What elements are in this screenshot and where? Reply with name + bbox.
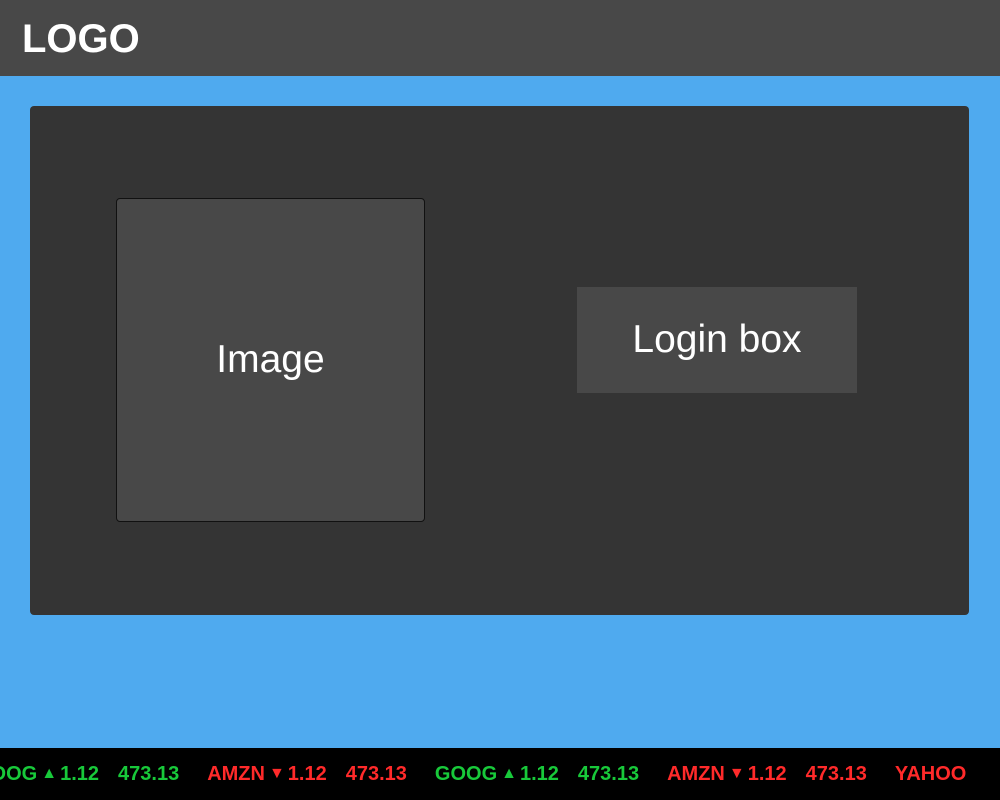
ticker-track: GOOG ▲ 1.12 473.13 AMZN ▼ 1.12 473.13 GO… <box>0 748 970 800</box>
ticker-symbol: AMZN <box>667 763 725 785</box>
ticker-price: 473.13 <box>577 763 640 785</box>
ticker-item[interactable]: GOOG ▲ 1.12 473.13 <box>0 762 207 786</box>
main-panel: Image Login box <box>30 106 969 615</box>
ticker-item[interactable]: GOOG ▲ 1.12 473.13 <box>435 762 667 786</box>
login-box[interactable]: Login box <box>577 287 857 393</box>
arrow-down-icon: ▼ <box>268 765 285 782</box>
login-box-label: Login box <box>632 318 802 361</box>
ticker-item[interactable]: AMZN ▼ 1.12 473.13 <box>207 762 435 786</box>
ticker-price: 473.13 <box>118 763 180 785</box>
image-placeholder-label: Image <box>216 338 325 381</box>
ticker-symbol: GOOG <box>434 763 498 785</box>
ticker-price: 473.13 <box>805 763 867 785</box>
arrow-down-icon: ▼ <box>728 765 745 782</box>
image-placeholder: Image <box>116 198 425 522</box>
ticker-change: 1.12 <box>747 763 787 785</box>
ticker-item[interactable]: YAHOO <box>895 762 971 786</box>
ticker-item[interactable]: AMZN ▼ 1.12 473.13 <box>667 762 895 786</box>
ticker-symbol: GOOG <box>0 763 38 785</box>
ticker-change: 1.12 <box>287 763 327 785</box>
arrow-up-icon: ▲ <box>41 765 58 782</box>
ticker-change: 1.12 <box>519 763 559 785</box>
arrow-up-icon: ▲ <box>501 765 517 782</box>
logo[interactable]: LOGO <box>22 17 140 61</box>
ticker-change: 1.12 <box>60 763 100 785</box>
ticker-symbol: YAHOO <box>894 763 967 785</box>
ticker-price: 473.13 <box>345 763 407 785</box>
ticker-symbol: AMZN <box>207 763 265 785</box>
stock-ticker: GOOG ▲ 1.12 473.13 AMZN ▼ 1.12 473.13 GO… <box>0 748 1000 800</box>
top-header: LOGO <box>0 0 1000 76</box>
